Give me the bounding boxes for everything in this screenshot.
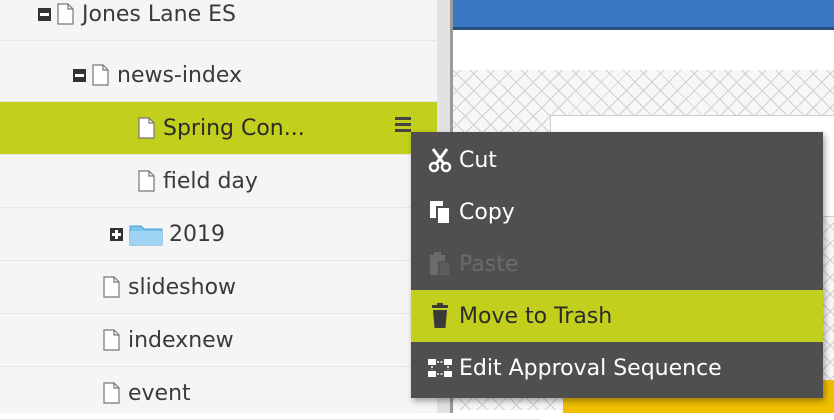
page-icon: [138, 117, 155, 139]
paste-icon: [425, 249, 455, 279]
item-menu-icon[interactable]: [395, 114, 411, 140]
copy-icon: [425, 197, 455, 227]
tree-item-label: slideshow: [128, 274, 237, 300]
tree-item-label: indexnew: [128, 327, 234, 353]
menu-item-copy[interactable]: Copy: [411, 186, 823, 238]
site-tree-panel: Jones Lane ES news-index Spring Con... f…: [0, 0, 575, 420]
page-icon: [103, 329, 120, 351]
menu-item-move-to-trash[interactable]: Move to Trash: [411, 290, 823, 342]
tree-item-jones-lane-es[interactable]: Jones Lane ES: [0, 0, 475, 41]
scissors-icon: [425, 145, 455, 175]
tree-item-label: 2019: [169, 221, 225, 247]
page-icon: [138, 170, 155, 192]
menu-item-label: Copy: [459, 199, 515, 225]
menu-item-paste[interactable]: Paste: [411, 238, 823, 290]
approval-sequence-icon: [425, 353, 455, 383]
menu-item-cut[interactable]: Cut: [411, 134, 823, 186]
folder-icon: [129, 225, 163, 246]
editor-top-bar: [453, 0, 834, 27]
tree-item-label: Spring Con...: [163, 115, 305, 141]
trash-icon: [425, 301, 455, 331]
context-menu: Cut Copy Paste Move to Trash Edit Approv…: [411, 132, 823, 398]
page-icon: [103, 382, 120, 404]
page-icon: [92, 64, 109, 86]
page-icon: [57, 3, 74, 25]
collapse-toggle-icon[interactable]: [73, 68, 86, 82]
menu-item-label: Edit Approval Sequence: [459, 355, 722, 381]
editor-top-bar-edge: [453, 27, 834, 30]
tree-item-label: event: [128, 380, 191, 406]
menu-item-label: Paste: [459, 251, 519, 277]
expand-toggle-icon[interactable]: [110, 227, 123, 241]
tree-item-label: news-index: [117, 62, 243, 88]
collapse-toggle-icon[interactable]: [38, 7, 51, 21]
tree-item-label: Jones Lane ES: [82, 1, 236, 27]
menu-item-edit-approval-sequence[interactable]: Edit Approval Sequence: [411, 342, 823, 394]
menu-item-label: Cut: [459, 147, 497, 173]
page-icon: [103, 276, 120, 298]
tree-item-news-index[interactable]: news-index: [0, 49, 510, 102]
tree-item-label: field day: [163, 168, 258, 194]
menu-item-label: Move to Trash: [459, 303, 613, 329]
